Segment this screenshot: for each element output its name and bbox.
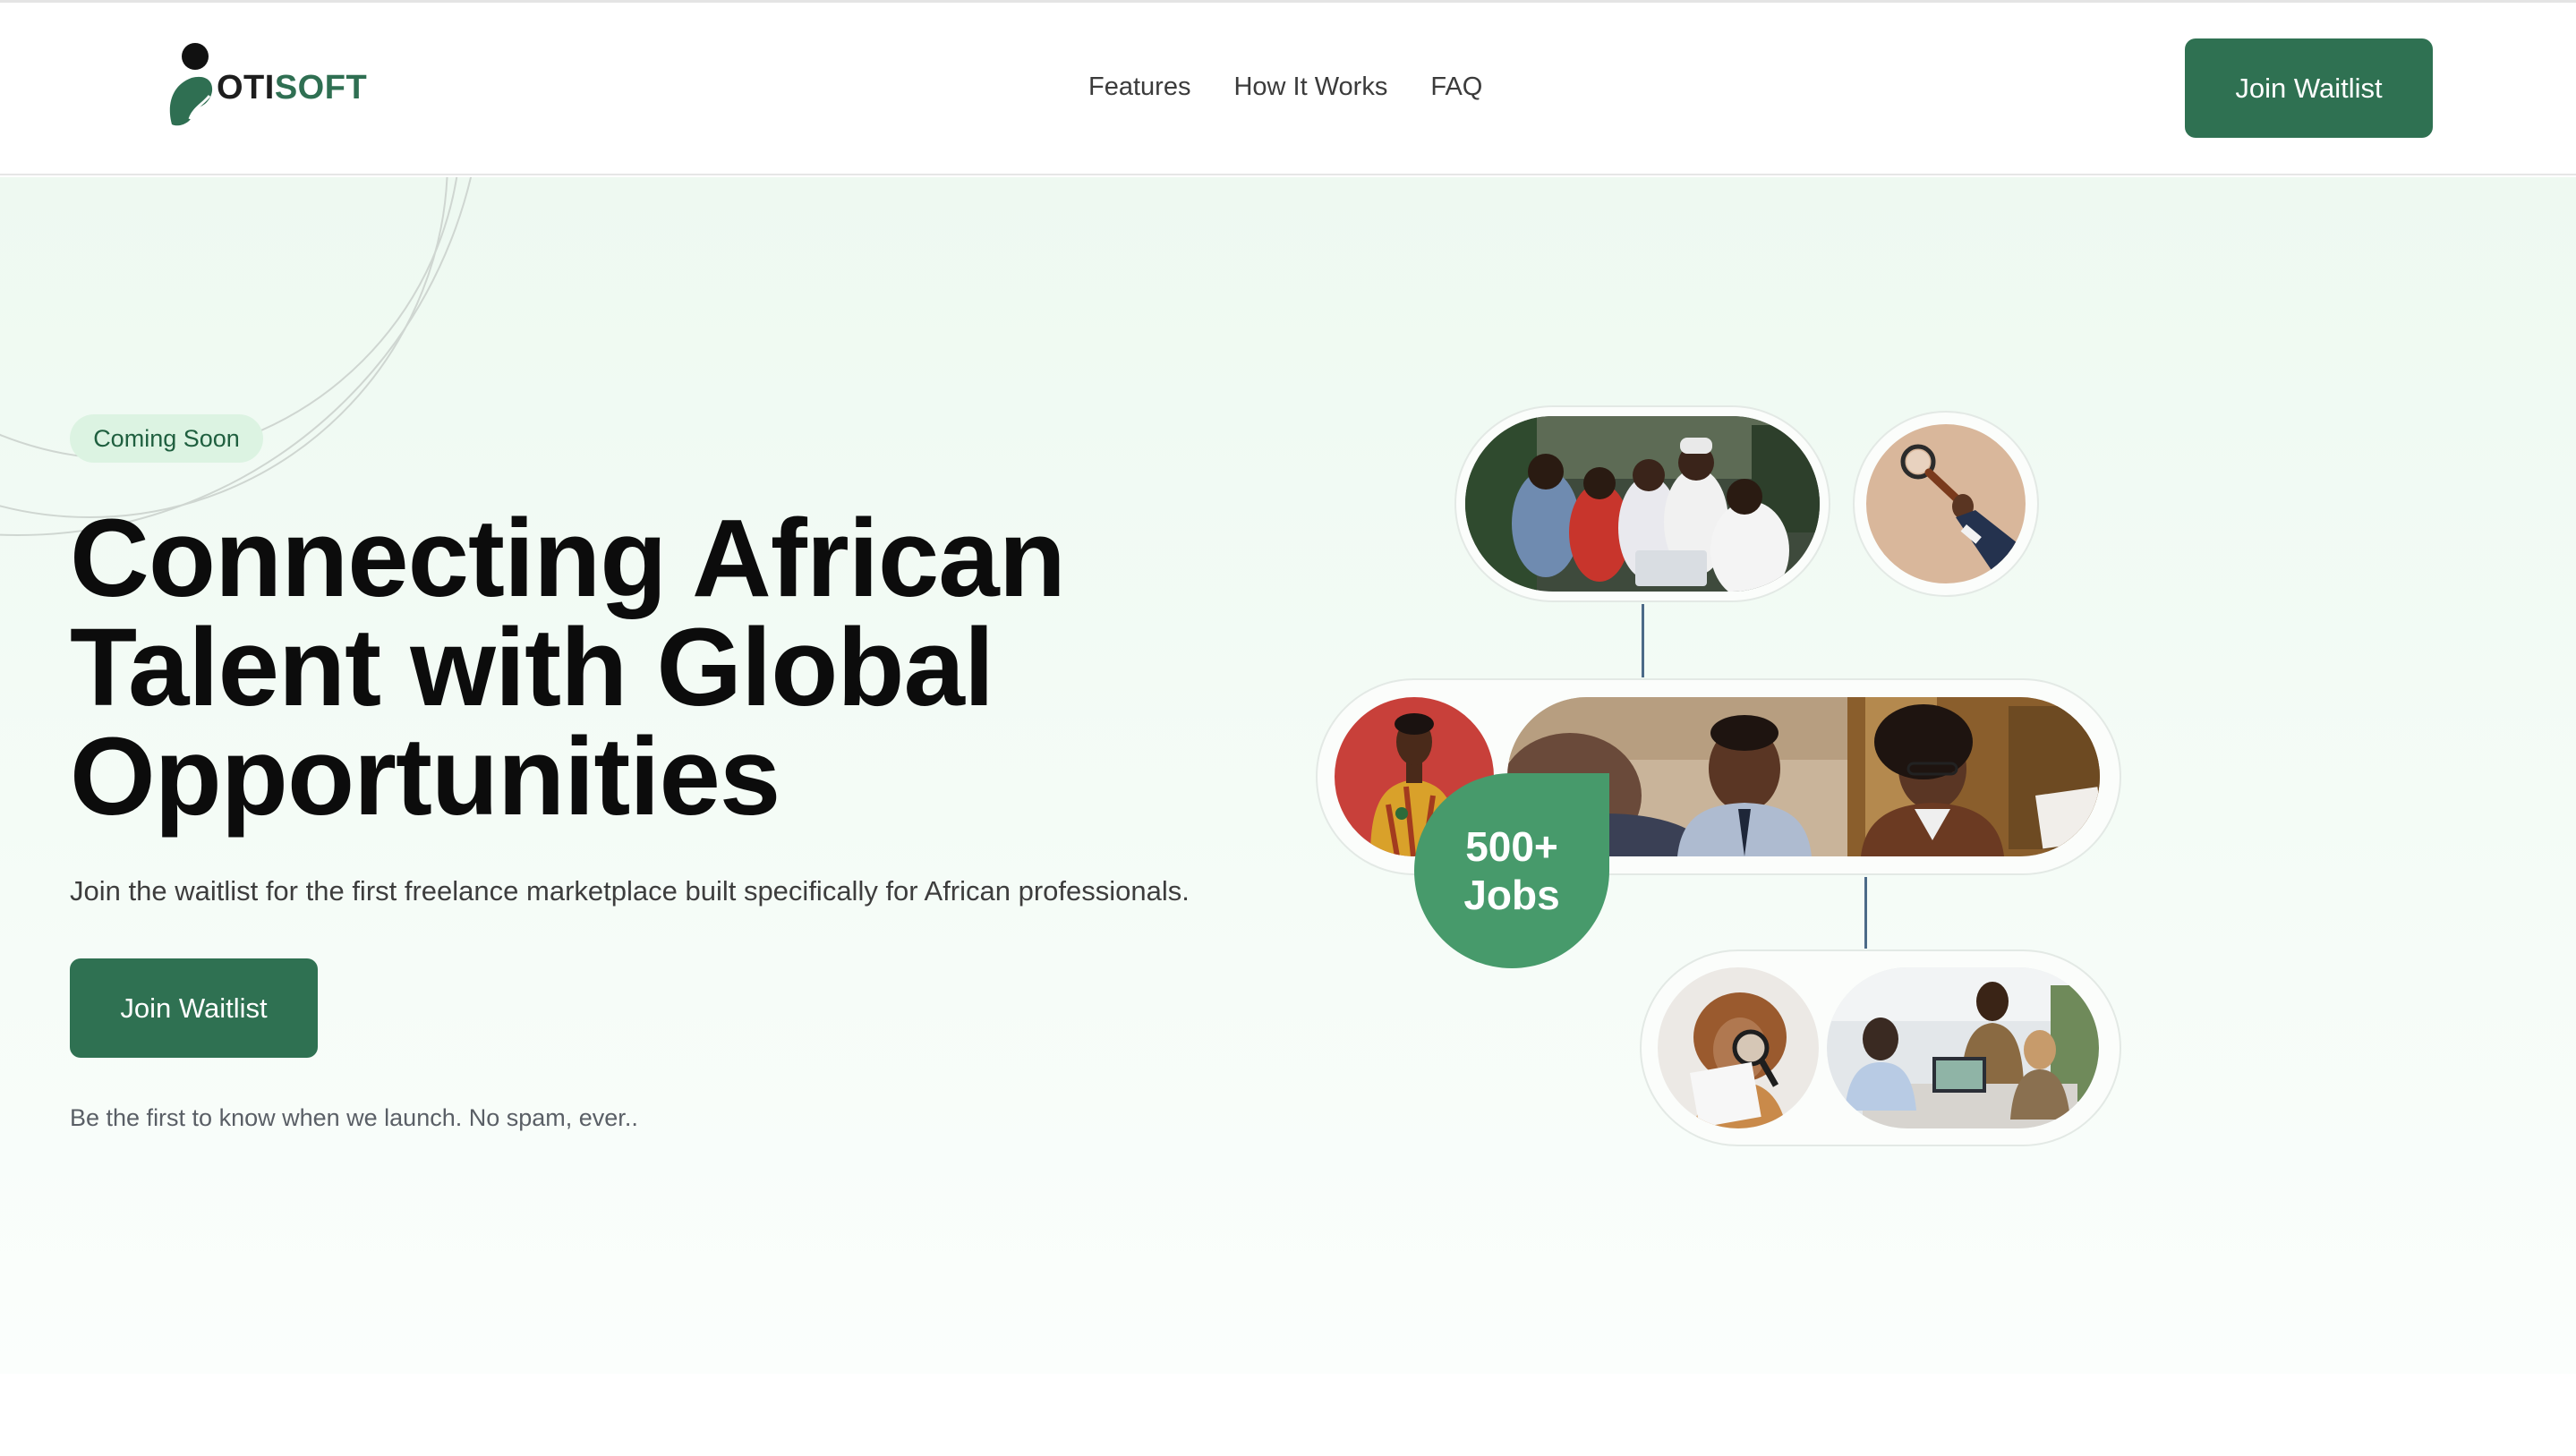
brand-name-accent: SOFT <box>274 69 368 106</box>
brand-logo[interactable]: OTISOFT <box>166 42 381 127</box>
nav-link-features[interactable]: Features <box>1088 72 1190 102</box>
jobs-stat-badge: 500+ Jobs <box>1414 773 1609 968</box>
nav-link-how-it-works[interactable]: How It Works <box>1233 72 1387 102</box>
brand-name-dark: OTI <box>217 69 275 106</box>
jobs-stat-number: 500+ <box>1465 823 1558 870</box>
jobs-stat-label: Jobs <box>1463 872 1560 918</box>
headline-line-3: Opportunities <box>70 716 780 839</box>
magnifier-hand-photo <box>1866 424 2026 583</box>
otisoft-logo-icon <box>169 43 213 126</box>
header-join-waitlist-button[interactable]: Join Waitlist <box>2185 38 2433 138</box>
woman-magnifier-photo <box>1658 967 1819 1128</box>
connector-line-2 <box>1864 877 1867 949</box>
hero-join-waitlist-button[interactable]: Join Waitlist <box>70 958 318 1058</box>
team-meeting-photo <box>1465 416 1820 592</box>
connector-line-1 <box>1642 604 1644 677</box>
hero-section: Coming Soon Connecting African Talent wi… <box>0 177 2576 1374</box>
office-team-photo <box>1827 967 2099 1128</box>
hero-headline: Connecting African Talent with Global Op… <box>70 498 1162 839</box>
landing-page: OTISOFT Features How It Works FAQ Join W… <box>0 0 2576 1456</box>
hero-note: Be the first to know when we launch. No … <box>70 1104 638 1131</box>
site-header: OTISOFT Features How It Works FAQ Join W… <box>0 3 2576 175</box>
brand-wordmark: OTISOFT <box>217 69 367 107</box>
coming-soon-badge: Coming Soon <box>70 414 263 463</box>
hero-subheadline: Join the waitlist for the first freelanc… <box>70 875 1190 907</box>
main-nav: Features How It Works FAQ <box>1088 72 1482 102</box>
headline-line-2: Talent with Global <box>70 607 994 729</box>
headline-line-1: Connecting African <box>70 498 1066 620</box>
nav-link-faq[interactable]: FAQ <box>1430 72 1482 102</box>
